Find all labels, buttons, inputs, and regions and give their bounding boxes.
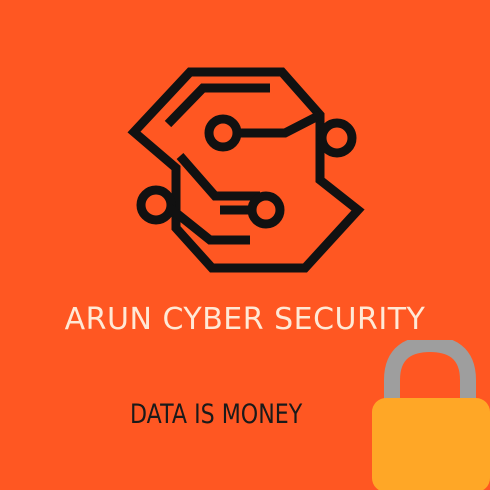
tagline: DATA IS MONEY <box>130 399 303 430</box>
brand-name: ARUN CYBER SECURITY <box>64 302 426 337</box>
circuit-s-logo-icon <box>127 67 365 273</box>
padlock-icon <box>372 340 490 490</box>
logo-canvas: ARUN CYBER SECURITY DATA IS MONEY <box>0 0 490 490</box>
